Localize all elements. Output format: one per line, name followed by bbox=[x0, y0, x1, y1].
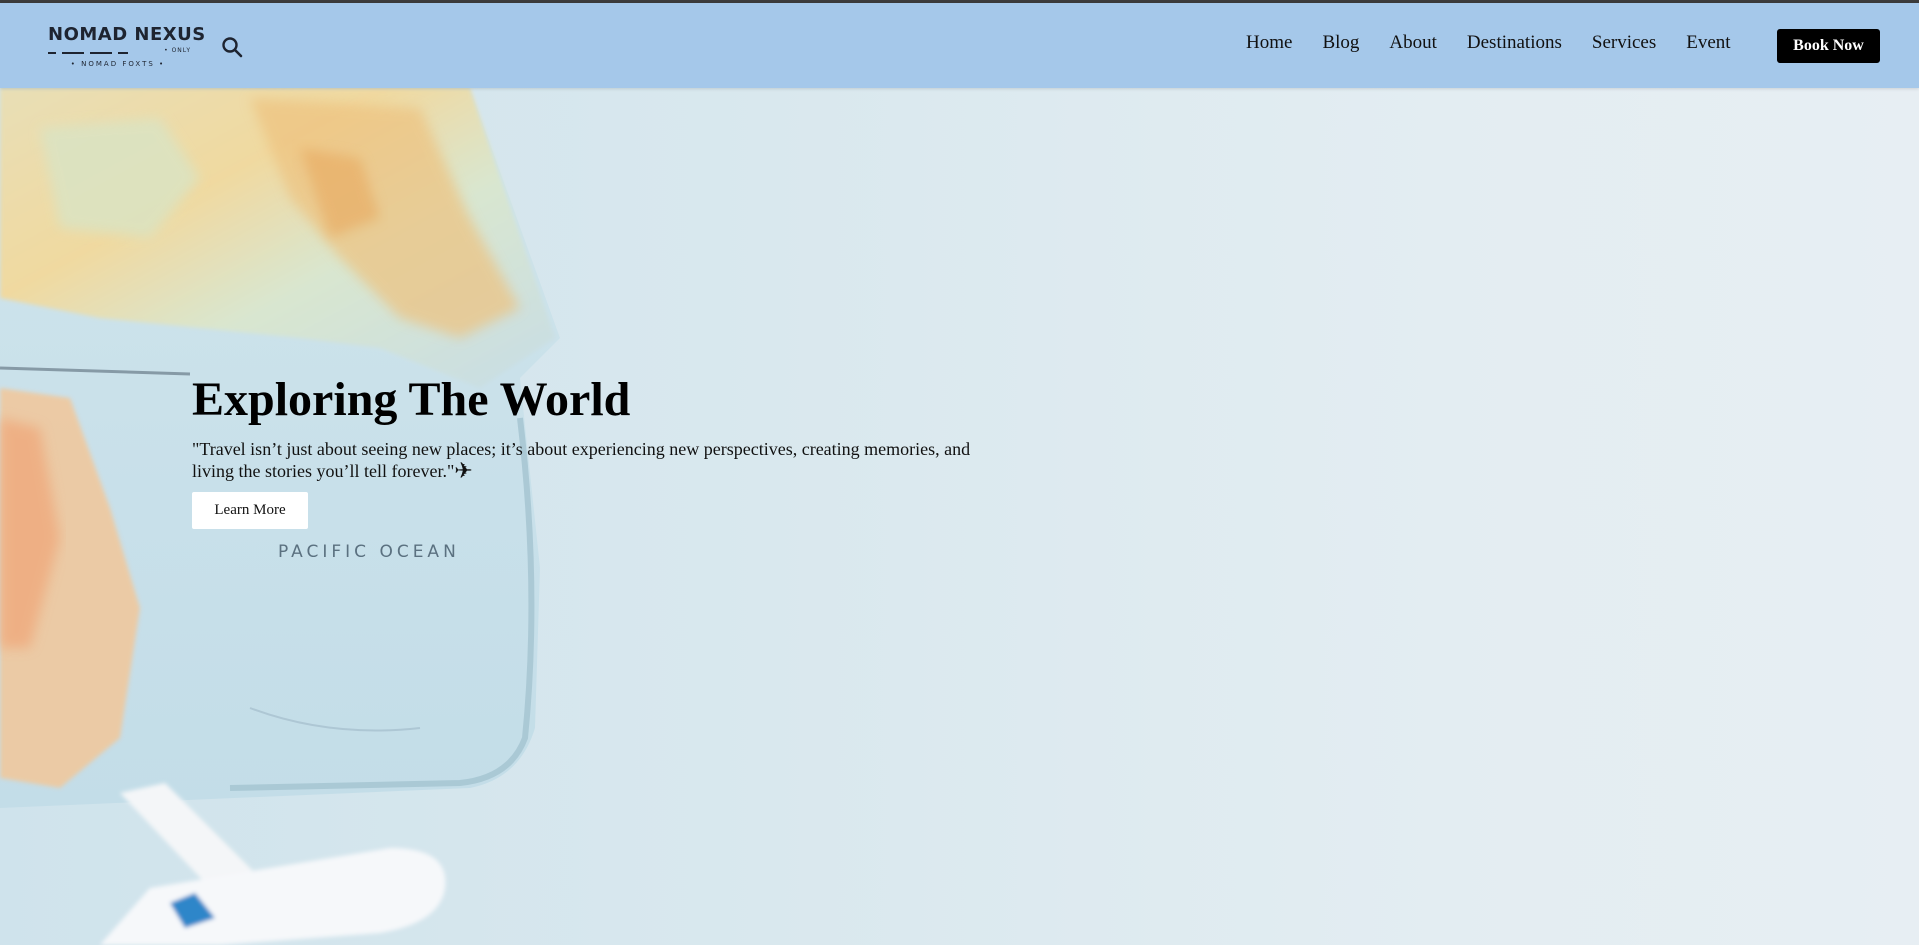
nav-event[interactable]: Event bbox=[1686, 32, 1730, 54]
hero-quote-block: "Travel isn’t just about seeing new plac… bbox=[192, 438, 1002, 482]
brand-tag: • ONLY bbox=[164, 47, 191, 54]
page: PACIFIC OCEAN NOMAD NEXUS • ONLY • NOMAD… bbox=[0, 0, 1919, 945]
brand-subtitle: • NOMAD FOXTS • bbox=[70, 60, 166, 68]
hero-section: Exploring The World "Travel isn’t just a… bbox=[192, 370, 1012, 529]
brand-name: NOMAD NEXUS bbox=[48, 24, 206, 45]
search-icon[interactable] bbox=[221, 36, 243, 58]
book-now-button[interactable]: Book Now bbox=[1777, 29, 1880, 63]
nav-destinations[interactable]: Destinations bbox=[1467, 32, 1562, 54]
airplane-icon: ✈ bbox=[454, 458, 473, 483]
nav-services[interactable]: Services bbox=[1592, 32, 1656, 54]
brand-logo[interactable]: NOMAD NEXUS • ONLY • NOMAD FOXTS • bbox=[48, 24, 206, 71]
learn-more-button[interactable]: Learn More bbox=[192, 492, 308, 529]
map-ocean-label: PACIFIC OCEAN bbox=[278, 542, 460, 562]
nav-about[interactable]: About bbox=[1389, 32, 1437, 54]
main-nav: Home Blog About Destinations Services Ev… bbox=[1246, 3, 1761, 88]
hero-title: Exploring The World bbox=[192, 373, 631, 426]
nav-blog[interactable]: Blog bbox=[1322, 32, 1359, 54]
site-header: NOMAD NEXUS • ONLY • NOMAD FOXTS • Home … bbox=[0, 3, 1919, 88]
logo-divider: • ONLY bbox=[48, 47, 193, 59]
hero-quote: "Travel isn’t just about seeing new plac… bbox=[192, 439, 971, 481]
nav-home[interactable]: Home bbox=[1246, 32, 1292, 54]
